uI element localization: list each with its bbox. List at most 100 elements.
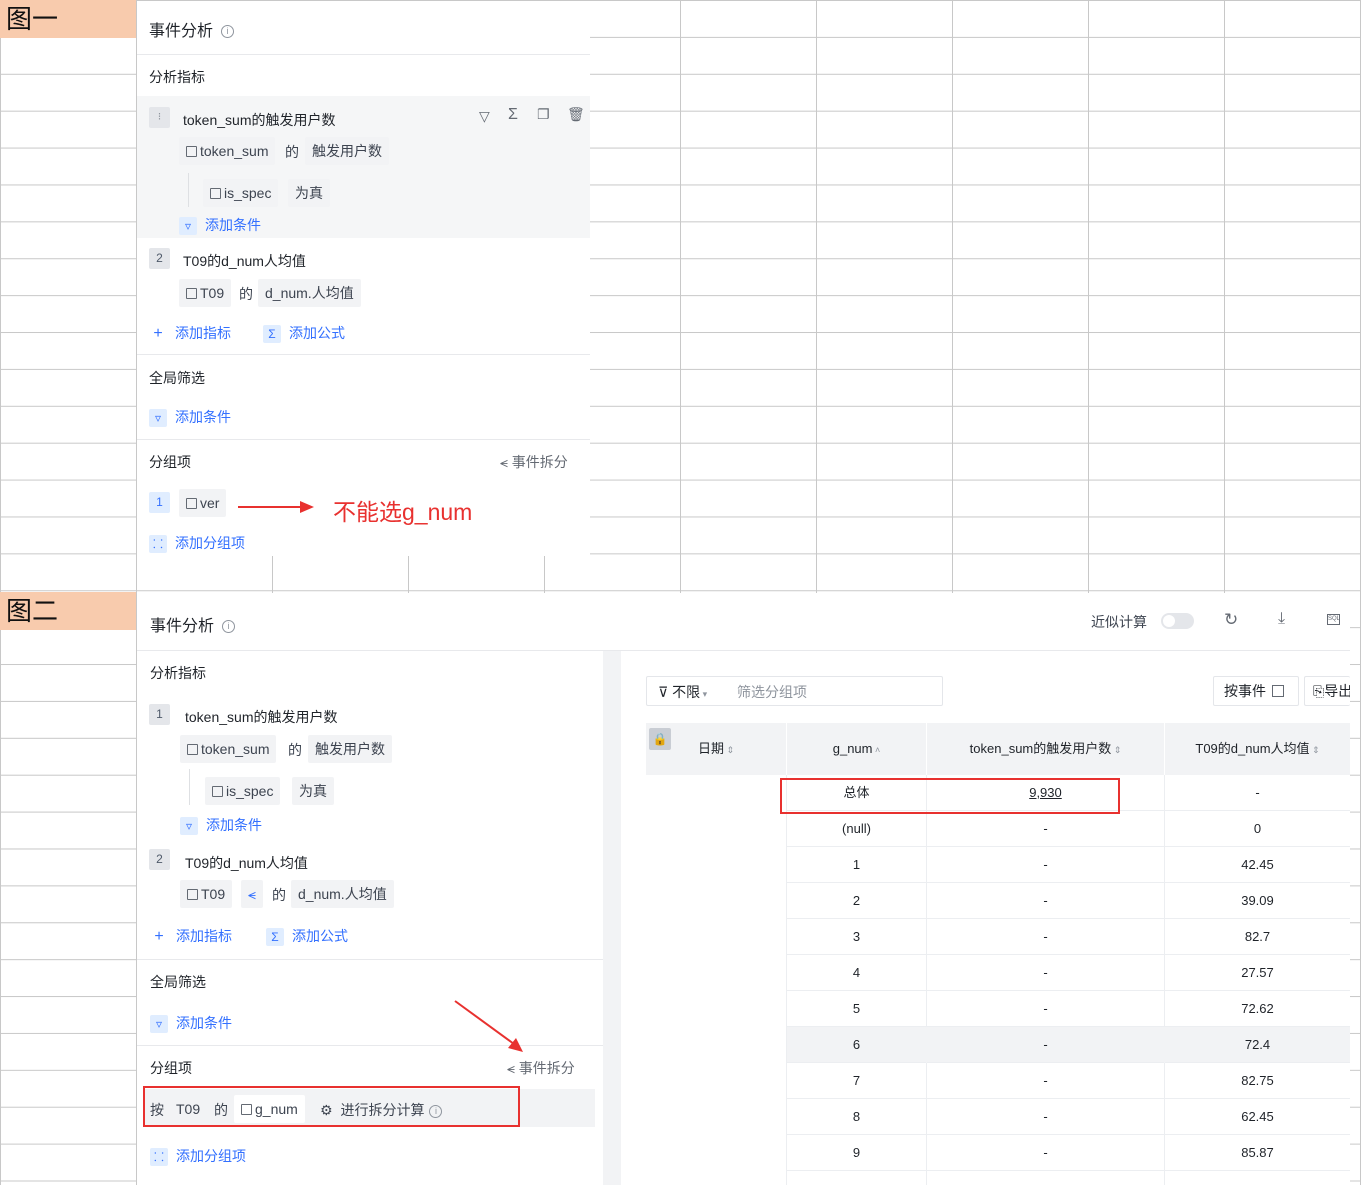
group-filter-input[interactable]: 筛选分组项 [737, 682, 807, 702]
page-title-text: 事件分析 [149, 23, 214, 40]
group-number-badge: 1 [149, 492, 170, 513]
sort-icon[interactable]: ˄ [872, 745, 880, 755]
split-icon: ⪪ [500, 454, 512, 470]
cell-metric2: 72.62 [1165, 991, 1350, 1027]
add-group-button[interactable]: ⸬ 添加分组项 [150, 1146, 246, 1167]
info-icon[interactable]: i [221, 25, 235, 39]
cell-metric1: - [927, 1135, 1164, 1171]
filter-field-selector[interactable]: is_spec [203, 179, 279, 207]
measure-selector[interactable]: 触发用户数 [305, 137, 389, 165]
col-header-gnum[interactable]: g_num ˄ [787, 723, 926, 775]
sigma-icon[interactable]: Σ [508, 106, 518, 124]
approx-toggle[interactable] [1161, 613, 1194, 629]
metric-2-number: 2 [149, 849, 170, 870]
chevron-down-icon: ▾ [700, 689, 708, 699]
event-split-icon[interactable]: ⪪ [241, 880, 263, 908]
measure-selector[interactable]: 触发用户数 [308, 735, 392, 763]
add-group-button[interactable]: ⸬ 添加分组项 [149, 533, 245, 554]
filter-field-text: is_spec [224, 185, 272, 201]
metric-1-number: 1 [149, 704, 170, 725]
panel-scrollbar[interactable] [603, 651, 621, 1185]
measure-selector[interactable]: d_num.人均值 [291, 880, 394, 908]
event-split-button[interactable]: ⪪ 事件拆分 [507, 1058, 575, 1078]
header-text: g_num [832, 741, 873, 756]
filter-scope-dropdown[interactable]: ⊽ 不限 ▾ [658, 682, 707, 702]
sort-icon[interactable]: ⇕ [1111, 745, 1122, 755]
download-icon[interactable]: ⤓ [1278, 610, 1285, 628]
cell-gnum: 4 [787, 955, 926, 991]
annotation-arrow [238, 501, 314, 513]
event-selector[interactable]: T09 [180, 880, 233, 908]
lock-icon[interactable]: 🔒 [649, 728, 671, 750]
add-condition-text: 添加条件 [206, 817, 262, 833]
drag-handle-icon[interactable]: ⁝ [149, 107, 170, 128]
add-formula-text: 添加公式 [289, 325, 345, 341]
highlight-box-total [780, 778, 1120, 814]
filter-icon[interactable]: ▽ [479, 108, 490, 125]
filter-operator[interactable]: 为真 [288, 179, 330, 207]
add-metric-button[interactable]: + 添加指标 [150, 926, 232, 946]
sort-icon[interactable]: ⇕ [724, 745, 734, 755]
event-icon [187, 744, 198, 755]
cell-metric2: 39.09 [1165, 883, 1350, 919]
property-icon [210, 188, 221, 199]
group-label: 分组项 [150, 1060, 192, 1076]
cell-gnum: 9 [787, 1135, 926, 1171]
copy-icon[interactable]: ❐ [537, 106, 550, 123]
add-formula-button[interactable]: Σ 添加公式 [263, 323, 345, 344]
event-split-button[interactable]: ⪪ 事件拆分 [500, 452, 568, 472]
property-icon [212, 786, 223, 797]
col-header-metric1[interactable]: token_sum的触发用户数 ⇕ [927, 723, 1164, 775]
global-add-condition-button[interactable]: ▿ 添加条件 [150, 1013, 232, 1034]
cell-metric2: 0 [1165, 811, 1350, 847]
divider [137, 650, 1350, 651]
metric-1-title[interactable]: token_sum的触发用户数 [183, 110, 335, 130]
section-metrics-label: 分析指标 [150, 665, 206, 681]
annotation-text: 不能选g_num [333, 499, 473, 525]
event-selector[interactable]: token_sum [180, 735, 277, 763]
delete-icon[interactable]: 🗑 [567, 106, 585, 123]
cell-metric1: - [927, 955, 1164, 991]
event-selector[interactable]: T09 [179, 279, 232, 307]
global-add-condition-button[interactable]: ▿ 添加条件 [149, 407, 231, 428]
add-condition-button[interactable]: ▿ 添加条件 [179, 215, 261, 236]
sort-icon[interactable]: ⇕ [1310, 745, 1320, 755]
cell-metric1: - [927, 1027, 1164, 1063]
event-selector[interactable]: token_sum [179, 137, 276, 165]
cell-gnum: (null) [787, 811, 926, 847]
refresh-icon[interactable]: ↻ [1224, 610, 1238, 630]
divider [137, 1045, 603, 1046]
header-text: 日期 [697, 741, 724, 756]
cell-metric1: - [927, 883, 1164, 919]
add-condition-text: 添加条件 [176, 1015, 232, 1031]
filter-field-selector[interactable]: is_spec [205, 777, 281, 805]
metric-number-badge: 2 [149, 248, 170, 269]
by-event-button[interactable]: 按事件 [1213, 676, 1299, 706]
cell-gnum: 8 [787, 1099, 926, 1135]
filter-operator[interactable]: 为真 [292, 777, 334, 805]
cell-metric2: 62.45 [1165, 1099, 1350, 1135]
cell-metric2: 82.7 [1165, 919, 1350, 955]
sql-icon[interactable]: SQL [1327, 614, 1340, 625]
info-icon[interactable]: i [222, 620, 236, 634]
measure-selector[interactable]: d_num.人均值 [258, 279, 361, 307]
filter-scope-text: 不限 [672, 684, 701, 700]
metric-2-title[interactable]: T09的d_num人均值 [183, 251, 306, 271]
add-condition-button[interactable]: ▿ 添加条件 [180, 815, 262, 836]
col-header-metric2[interactable]: T09的d_num人均值 ⇕ [1165, 723, 1350, 775]
metric-number-badge: 2 [149, 849, 170, 870]
export-button[interactable]: ⎘导出 [1304, 676, 1350, 706]
property-icon [186, 498, 197, 509]
figure-label-2: 图二 [0, 592, 136, 630]
figure-label-1: 图一 [0, 0, 136, 38]
filter-icon: ▿ [149, 409, 167, 428]
metric-2-title[interactable]: T09的d_num人均值 [185, 853, 308, 873]
cell-metric2: 42.45 [1165, 847, 1350, 883]
event-split-text: 事件拆分 [518, 1060, 575, 1076]
group-field-selector[interactable]: ver [179, 489, 227, 517]
add-formula-button[interactable]: Σ 添加公式 [266, 926, 348, 947]
approx-calc-label: 近似计算 [1091, 614, 1147, 630]
add-metric-button[interactable]: + 添加指标 [149, 323, 231, 343]
cell-gnum: 6 [787, 1027, 926, 1063]
metric-1-title[interactable]: token_sum的触发用户数 [185, 707, 337, 727]
